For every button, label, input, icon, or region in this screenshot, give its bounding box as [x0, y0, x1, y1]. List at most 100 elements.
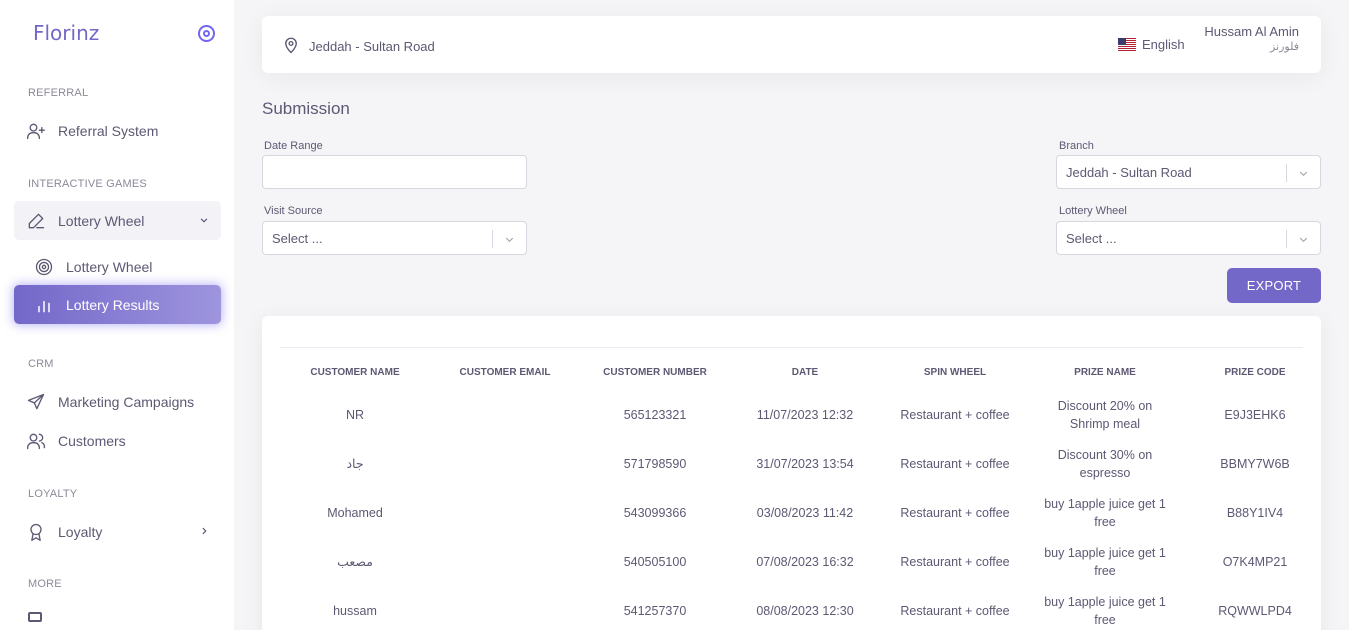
- sidebar-item-label: Lottery Results: [66, 296, 160, 313]
- results-table-scroll[interactable]: CUSTOMER NAME CUSTOMER EMAIL CUSTOMER NUMB…: [280, 347, 1303, 630]
- table-row[interactable]: NR 565123321 11/07/2023 12:32 Restaurant + …: [280, 390, 1303, 439]
- table-cell: [430, 488, 580, 537]
- table-cell: 543099366: [623, 505, 687, 520]
- current-branch-location[interactable]: Jeddah - Sultan Road: [309, 39, 435, 54]
- table-row[interactable]: جاد 571798590 31/07/2023 13:54 Restaurant +…: [280, 439, 1303, 488]
- chevron-down-icon: [1299, 171, 1308, 177]
- table-cell: NR: [345, 407, 365, 422]
- column-header[interactable]: PRIZE NAME: [1030, 348, 1180, 390]
- lottery-wheel-select[interactable]: Select ...: [1056, 221, 1321, 255]
- user-plus-icon: [26, 121, 46, 141]
- sidebar-item-customers[interactable]: Customers: [14, 421, 221, 460]
- branch-label: Branch: [1059, 140, 1094, 152]
- table-cell: [430, 439, 580, 488]
- table-body: NR 565123321 11/07/2023 12:32 Restaurant + …: [280, 390, 1303, 630]
- table-cell: [430, 390, 580, 439]
- column-header[interactable]: PRIZE CODE: [1180, 348, 1303, 390]
- visit-source-placeholder: Select ...: [272, 230, 323, 246]
- table-cell: [430, 537, 580, 586]
- table-cell: buy 1apple juice get 1 free: [1044, 496, 1166, 529]
- column-header[interactable]: DATE: [730, 348, 880, 390]
- table-header-row: CUSTOMER NAME CUSTOMER EMAIL CUSTOMER NUMB…: [280, 348, 1303, 390]
- award-icon: [26, 522, 46, 542]
- branch-select-value: Jeddah - Sultan Road: [1066, 164, 1192, 180]
- sidebar-item-label: Marketing Campaigns: [58, 393, 195, 410]
- sidebar-item-label: Customers: [58, 432, 126, 449]
- table-row[interactable]: مصعب 540505100 07/08/2023 16:32 Restaurant …: [280, 537, 1303, 586]
- table-cell: Discount 30% on espresso: [1057, 447, 1153, 480]
- table-cell: 541257370: [623, 603, 687, 618]
- more-item-icon[interactable]: [28, 612, 42, 622]
- table-cell: 07/08/2023 16:32: [756, 554, 854, 569]
- target-icon: [34, 257, 54, 277]
- language-selector[interactable]: English: [1142, 37, 1185, 52]
- send-icon: [26, 392, 46, 412]
- table-row[interactable]: Mohamed 543099366 03/08/2023 11:42 Restaura…: [280, 488, 1303, 537]
- sidebar-item-label: Referral System: [58, 122, 159, 139]
- sidebar-item-marketing-campaigns[interactable]: Marketing Campaigns: [14, 382, 221, 421]
- table-cell: Restaurant + coffee: [900, 505, 1010, 520]
- users-icon: [26, 431, 46, 451]
- table-cell: buy 1apple juice get 1 free: [1044, 594, 1166, 627]
- sidebar-item-lottery-wheel[interactable]: Lottery Wheel: [14, 247, 221, 286]
- section-title-loyalty: LOYALTY: [28, 488, 78, 500]
- chevron-down-icon: [1299, 237, 1308, 243]
- visit-source-select[interactable]: Select ...: [262, 221, 527, 255]
- sidebar-item-lottery-results[interactable]: Lottery Results: [14, 285, 221, 324]
- page-title: Submission: [262, 99, 350, 118]
- section-title-referral: REFERRAL: [28, 87, 89, 99]
- sidebar-item-referral-system[interactable]: Referral System: [14, 111, 221, 150]
- date-range-label: Date Range: [264, 140, 323, 152]
- edit-pen-icon: [26, 211, 46, 231]
- table-cell: [430, 586, 580, 630]
- export-button[interactable]: EXPORT: [1227, 268, 1321, 303]
- table-cell: 565123321: [623, 407, 687, 422]
- map-pin-icon: [285, 37, 297, 54]
- section-title-more: MORE: [28, 578, 62, 590]
- sidebar: Florinz REFERRAL Referral System INTERAC…: [0, 0, 234, 630]
- table-cell: O7K4MP21: [1222, 554, 1288, 569]
- sidebar-item-loyalty[interactable]: Loyalty: [14, 512, 221, 551]
- sidebar-group-lottery-wheel[interactable]: Lottery Wheel: [14, 201, 221, 240]
- section-title-interactive-games: INTERACTIVE GAMES: [28, 178, 147, 190]
- table-cell: RQWWLPD4: [1218, 603, 1292, 618]
- sidebar-collapse-toggle-icon[interactable]: [198, 25, 215, 42]
- branch-select[interactable]: Jeddah - Sultan Road: [1056, 155, 1321, 189]
- brand-logo[interactable]: Florinz: [33, 21, 99, 45]
- section-title-crm: CRM: [28, 358, 54, 370]
- column-header[interactable]: SPIN WHEEL: [880, 348, 1030, 390]
- user-name[interactable]: Hussam Al Amin: [1204, 24, 1299, 39]
- table-cell: Restaurant + coffee: [900, 407, 1010, 422]
- date-range-input[interactable]: [262, 155, 527, 189]
- table-cell: 11/07/2023 12:32: [756, 407, 854, 422]
- select-separator: [1286, 164, 1287, 182]
- column-header[interactable]: CUSTOMER NUMBER: [580, 348, 730, 390]
- chevron-down-icon: [505, 237, 514, 243]
- results-card: CUSTOMER NAME CUSTOMER EMAIL CUSTOMER NUMB…: [262, 316, 1321, 630]
- chevron-right-icon: [202, 527, 207, 535]
- us-flag-icon: [1118, 38, 1136, 51]
- table-cell: hussam: [333, 603, 377, 618]
- column-header[interactable]: CUSTOMER NAME: [280, 348, 430, 390]
- table-cell: 571798590: [623, 456, 687, 471]
- table-cell: Restaurant + coffee: [900, 554, 1010, 569]
- table-cell: Restaurant + coffee: [900, 603, 1010, 618]
- table-cell: 08/08/2023 12:30: [756, 603, 854, 618]
- table-cell: جاد: [346, 456, 364, 471]
- table-row[interactable]: hussam 541257370 08/08/2023 12:30 Restauran…: [280, 586, 1303, 630]
- top-navbar: Jeddah - Sultan Road English Hussam Al A…: [262, 16, 1321, 73]
- table-cell: Restaurant + coffee: [900, 456, 1010, 471]
- column-header[interactable]: CUSTOMER EMAIL: [430, 348, 580, 390]
- sidebar-item-label: Lottery Wheel: [58, 212, 145, 229]
- table-cell: 540505100: [623, 554, 687, 569]
- table-cell: Discount 20% on Shrimp meal: [1057, 398, 1153, 431]
- table-cell: B88Y1IV4: [1226, 505, 1284, 520]
- table-cell: 03/08/2023 11:42: [756, 505, 854, 520]
- user-company: فلورنز: [1269, 41, 1299, 53]
- table-cell: E9J3EHK6: [1224, 407, 1286, 422]
- select-separator: [1286, 230, 1287, 248]
- results-table: CUSTOMER NAME CUSTOMER EMAIL CUSTOMER NUMB…: [280, 348, 1303, 630]
- select-separator: [492, 230, 493, 248]
- table-cell: buy 1apple juice get 1 free: [1044, 545, 1166, 578]
- lottery-wheel-placeholder: Select ...: [1066, 230, 1117, 246]
